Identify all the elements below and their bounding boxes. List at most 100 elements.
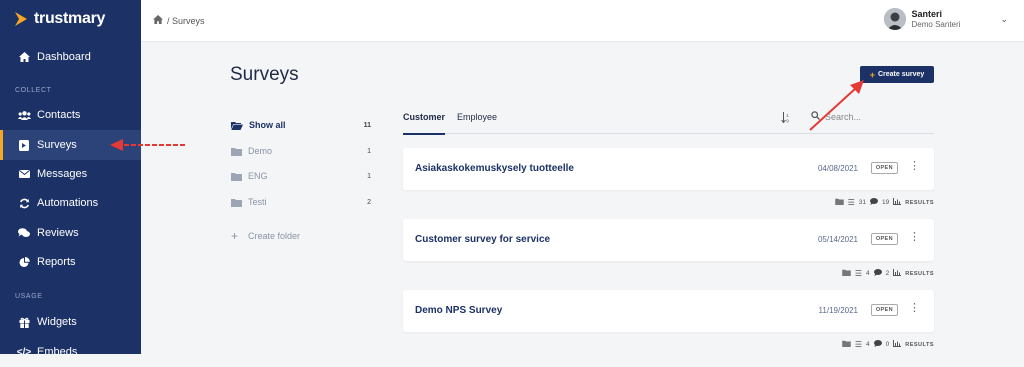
- survey-title[interactable]: Customer survey for service: [415, 234, 550, 245]
- survey-meta: ☰ 31 19 RESULTS: [834, 198, 934, 207]
- folder-icon: [834, 198, 844, 207]
- folder-icon: [231, 147, 242, 156]
- gift-icon: [17, 317, 31, 328]
- sidebar-item-reviews[interactable]: Reviews: [0, 218, 141, 248]
- survey-icon: [17, 139, 31, 151]
- create-survey-button[interactable]: + Create survey: [860, 66, 934, 83]
- user-menu[interactable]: Santeri Demo Santeri ⌄: [883, 8, 1008, 30]
- search-box[interactable]: Search...: [811, 111, 861, 122]
- sidebar-item-surveys[interactable]: Surveys: [0, 130, 141, 160]
- more-options-icon[interactable]: ⋮: [909, 161, 920, 172]
- folder-label: ENG: [248, 171, 268, 181]
- sort-icon[interactable]: 19: [781, 112, 791, 125]
- sidebar-item-messages[interactable]: Messages: [0, 159, 141, 189]
- sidebar-item-label: Widgets: [37, 316, 77, 328]
- trustmary-logo-icon: [14, 11, 28, 27]
- sync-icon: [17, 198, 31, 209]
- folder-icon: [231, 198, 242, 207]
- avatar: [883, 8, 906, 30]
- tab-employee[interactable]: Employee: [457, 112, 497, 122]
- folder-count: 1: [367, 172, 371, 180]
- folder-label: Testi: [248, 197, 267, 207]
- chevron-down-icon[interactable]: ⌄: [1000, 14, 1008, 25]
- survey-date: 05/14/2021: [817, 235, 858, 244]
- survey-title[interactable]: Asiakaskokemuskysely tuotteelle: [415, 163, 574, 174]
- survey-tabs: Customer Employee 19 Search...: [403, 104, 934, 135]
- survey-card[interactable]: Demo NPS Survey 11/19/2021 OPEN ⋮: [403, 290, 934, 332]
- question-count: 31: [858, 199, 866, 206]
- sidebar-item-label: Messages: [37, 168, 88, 180]
- topbar: / Surveys Santeri Demo Santeri ⌄: [141, 0, 1024, 42]
- folder-eng[interactable]: ENG 1: [231, 171, 376, 181]
- sidebar-item-dashboard[interactable]: Dashboard: [0, 42, 141, 72]
- more-options-icon[interactable]: ⋮: [909, 303, 920, 314]
- users-icon: [17, 110, 31, 120]
- results-link[interactable]: RESULTS: [905, 342, 934, 348]
- page-title: Surveys: [230, 64, 299, 85]
- survey-date: 04/08/2021: [817, 164, 858, 173]
- svg-text:1: 1: [786, 113, 789, 118]
- question-count: 4: [865, 341, 870, 348]
- search-input[interactable]: Search...: [825, 112, 861, 122]
- list-icon: ☰: [847, 198, 855, 207]
- logo[interactable]: trustmary: [14, 10, 105, 28]
- more-options-icon[interactable]: ⋮: [909, 232, 920, 243]
- survey-card[interactable]: Customer survey for service 05/14/2021 O…: [403, 219, 934, 261]
- logo-text: trustmary: [34, 10, 106, 27]
- folder-count: 1: [367, 147, 371, 155]
- folder-demo[interactable]: Demo 1: [231, 146, 376, 156]
- breadcrumb: / Surveys: [153, 15, 205, 26]
- folder-icon: [231, 172, 242, 181]
- create-folder-button[interactable]: + Create folder: [231, 229, 376, 243]
- list-icon: ☰: [854, 269, 862, 278]
- svg-text:9: 9: [786, 119, 789, 124]
- user-organization: Demo Santeri: [911, 20, 961, 29]
- response-count: 0: [885, 341, 890, 348]
- create-folder-label: Create folder: [248, 231, 301, 241]
- status-badge: OPEN: [870, 304, 898, 316]
- sidebar-item-embeds[interactable]: </> Embeds: [0, 337, 141, 367]
- sidebar-item-contacts[interactable]: Contacts: [0, 100, 141, 130]
- tab-customer[interactable]: Customer: [403, 112, 446, 135]
- folder-count: 2: [367, 198, 371, 206]
- response-count: 2: [885, 270, 890, 277]
- folder-label: Demo: [248, 146, 273, 156]
- comment-icon: [873, 269, 882, 278]
- create-survey-label: Create survey: [877, 71, 925, 78]
- sidebar: trustmary Dashboard COLLECT Contacts Sur…: [0, 0, 141, 358]
- results-link[interactable]: RESULTS: [905, 271, 934, 277]
- comment-icon: [873, 340, 882, 349]
- list-icon: ☰: [854, 340, 862, 349]
- status-badge: OPEN: [870, 233, 898, 245]
- plus-icon: +: [231, 229, 239, 243]
- sidebar-item-label: Reports: [37, 256, 76, 268]
- sidebar-item-widgets[interactable]: Widgets: [0, 307, 141, 337]
- folder-show-all[interactable]: Show all 11: [231, 120, 376, 130]
- folder-label: Show all: [249, 120, 286, 130]
- folder-open-icon: [231, 121, 243, 130]
- section-label-usage: USAGE: [15, 293, 43, 300]
- survey-card[interactable]: Asiakaskokemuskysely tuotteelle 04/08/20…: [403, 148, 934, 190]
- user-name: Santeri: [911, 9, 943, 19]
- envelope-icon: [17, 170, 31, 178]
- bar-chart-icon: [893, 198, 902, 207]
- survey-date: 11/19/2021: [818, 306, 858, 315]
- plus-icon: +: [869, 69, 875, 80]
- folder-testi[interactable]: Testi 2: [231, 197, 376, 207]
- results-link[interactable]: RESULTS: [905, 200, 934, 206]
- sidebar-item-label: Reviews: [37, 227, 79, 239]
- survey-meta: ☰ 4 0 RESULTS: [842, 340, 934, 349]
- home-icon: [17, 52, 31, 62]
- breadcrumb-current: / Surveys: [167, 15, 205, 26]
- sidebar-item-label: Contacts: [37, 109, 81, 121]
- folder-icon: [842, 269, 851, 278]
- bar-chart-icon: [893, 269, 902, 278]
- comment-icon: [870, 198, 878, 207]
- sidebar-item-automations[interactable]: Automations: [0, 188, 141, 218]
- sidebar-item-label: Automations: [37, 197, 99, 209]
- survey-title[interactable]: Demo NPS Survey: [415, 305, 502, 316]
- sidebar-item-label: Dashboard: [37, 51, 91, 63]
- home-icon[interactable]: [153, 15, 163, 26]
- bar-chart-icon: [893, 340, 902, 349]
- sidebar-item-reports[interactable]: Reports: [0, 247, 141, 277]
